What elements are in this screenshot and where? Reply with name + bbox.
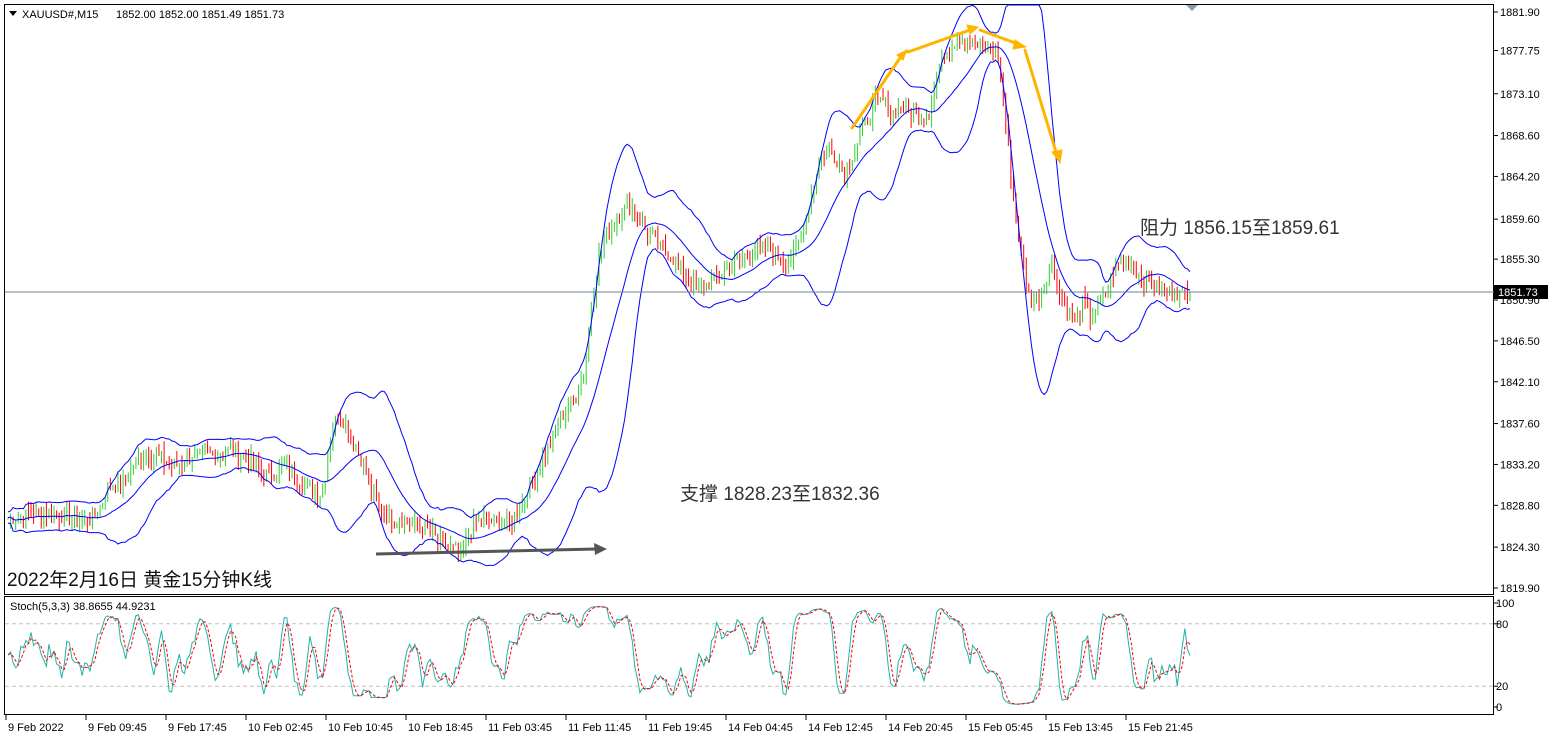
chart-caption: 2022年2月16日 黄金15分钟K线 <box>7 569 272 591</box>
time-tick-label: 11 Feb 03:45 <box>488 722 552 734</box>
time-tick-label: 14 Feb 12:45 <box>808 722 873 734</box>
time-tick-label: 10 Feb 18:45 <box>408 722 473 734</box>
price-tick-label: 1842.10 <box>1500 377 1540 389</box>
resistance-annotation: 阻力 1856.15至1859.61 <box>1140 217 1340 239</box>
time-tick-label: 15 Feb 21:45 <box>1128 722 1193 734</box>
time-tick-label: 14 Feb 04:45 <box>728 722 793 734</box>
price-tick-label: 1824.30 <box>1500 542 1540 554</box>
time-tick-label: 9 Feb 2022 <box>8 722 64 734</box>
symbol-label: XAUUSD#,M15 <box>22 9 98 21</box>
price-tick-label: 1881.90 <box>1500 7 1540 19</box>
time-tick-label: 11 Feb 11:45 <box>568 722 631 734</box>
time-tick-label: 11 Feb 19:45 <box>648 722 712 734</box>
chart-canvas: XAUUSD#,M15 1852.00 1852.00 1851.49 1851… <box>4 4 1548 734</box>
price-tick-label: 1868.60 <box>1500 131 1540 143</box>
time-tick-label: 10 Feb 10:45 <box>328 722 393 734</box>
current-price-text: 1851.73 <box>1498 287 1538 299</box>
time-tick-label: 9 Feb 17:45 <box>168 722 227 734</box>
time-tick-label: 10 Feb 02:45 <box>248 722 313 734</box>
support-annotation: 支撑 1828.23至1832.36 <box>680 483 880 505</box>
price-tick-label: 1864.20 <box>1500 171 1540 183</box>
time-tick-label: 15 Feb 13:45 <box>1048 722 1113 734</box>
price-tick-label: 1873.10 <box>1500 89 1540 101</box>
stoch-tick-label: 80 <box>1496 619 1508 631</box>
stoch-label: Stoch(5,3,3) 38.8655 44.9231 <box>10 601 156 613</box>
price-tick-label: 1837.60 <box>1500 419 1540 431</box>
price-tick-label: 1846.50 <box>1500 336 1540 348</box>
time-tick-label: 15 Feb 05:45 <box>968 722 1033 734</box>
time-axis: 9 Feb 2022 9 Feb 09:45 9 Feb 17:45 10 Feb 0… <box>5 715 1193 734</box>
price-tick-label: 1859.60 <box>1500 214 1540 226</box>
stoch-tick-label: 100 <box>1496 598 1514 610</box>
main-plot-frame <box>4 4 1494 595</box>
stoch-tick-label: 20 <box>1496 681 1508 693</box>
price-tick-label: 1828.80 <box>1500 500 1540 512</box>
price-tick-label: 1833.20 <box>1500 459 1540 471</box>
time-tick-label: 14 Feb 20:45 <box>888 722 953 734</box>
stoch-tick-label: 0 <box>1496 702 1502 714</box>
price-tick-label: 1855.30 <box>1500 254 1540 266</box>
time-tick-label: 9 Feb 09:45 <box>88 722 147 734</box>
ohlc-label: 1852.00 1852.00 1851.49 1851.73 <box>116 9 284 21</box>
price-tick-label: 1819.90 <box>1500 583 1540 595</box>
price-tick-label: 1877.75 <box>1500 46 1540 58</box>
stoch-plot-frame <box>4 596 1494 715</box>
price-axis: 1881.90 1877.75 1873.10 1868.60 1864.20 1859.… <box>1494 7 1540 595</box>
